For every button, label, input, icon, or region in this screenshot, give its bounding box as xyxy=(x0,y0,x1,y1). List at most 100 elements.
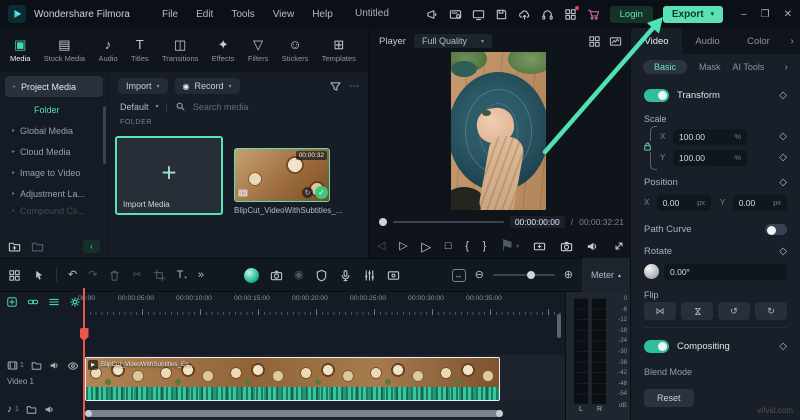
store-cart-icon[interactable] xyxy=(587,8,600,21)
keyframe-icon[interactable]: ◇ xyxy=(779,152,787,163)
tab-media[interactable]: ▣Media xyxy=(10,38,30,63)
collection-dropdown[interactable]: Default xyxy=(120,102,149,112)
sidebar-item-compound-clip[interactable]: ▸Compound Cli... xyxy=(0,204,108,217)
promotion-icon[interactable] xyxy=(426,8,439,21)
import-media-tile[interactable]: + Import Media xyxy=(115,136,223,215)
sidebar-item-folder[interactable]: Folder xyxy=(0,99,108,120)
record-voiceover-icon[interactable]: ◉ xyxy=(294,270,304,281)
login-button[interactable]: Login xyxy=(610,6,653,23)
scrub-bar[interactable]: 00:00:00:00 / 00:00:32:21 xyxy=(379,216,624,228)
tab-titles[interactable]: TTitles xyxy=(131,38,149,63)
media-browser-icon[interactable] xyxy=(8,269,21,282)
play-button[interactable]: ▷ xyxy=(421,240,431,253)
tab-templates[interactable]: ⊞Templates xyxy=(322,38,356,63)
subtab-ai-tools[interactable]: AI Tools xyxy=(733,62,765,72)
zoom-in-icon[interactable]: ⊕ xyxy=(564,270,573,281)
track-folder-icon[interactable] xyxy=(31,360,42,371)
tab-stickers[interactable]: ☺Stickers xyxy=(282,38,309,63)
keyframe-icon[interactable]: ◇ xyxy=(779,341,787,352)
redo-button[interactable]: ↷ xyxy=(88,270,97,281)
mirror-screen-icon[interactable] xyxy=(533,240,546,253)
text-tool-icon[interactable]: T▾ xyxy=(177,270,187,281)
keyframe-icon[interactable]: ◇ xyxy=(779,131,787,142)
flip-vertical-button[interactable]: ⋈ xyxy=(681,302,713,320)
rotate-ccw-button[interactable]: ↺ xyxy=(718,302,750,320)
scale-link[interactable] xyxy=(644,126,657,168)
video-preview[interactable] xyxy=(451,52,546,210)
more-options-icon[interactable]: ⋯ xyxy=(349,81,360,92)
meter-toggle-button[interactable]: Meter▴ xyxy=(582,258,630,292)
zoom-slider-handle[interactable] xyxy=(527,271,535,279)
chroma-key-icon[interactable] xyxy=(244,268,259,283)
tab-color[interactable]: Color xyxy=(733,28,784,54)
import-dropdown[interactable]: Import▾ xyxy=(118,78,168,94)
timeline-clip[interactable]: ▶ BlipCut_VideoWithSubtitles_En... xyxy=(85,357,500,401)
scrub-handle[interactable] xyxy=(379,218,387,226)
mark-in-button[interactable]: { xyxy=(465,241,469,252)
keyframe-icon[interactable]: ◇ xyxy=(779,177,787,188)
compositing-toggle[interactable] xyxy=(644,340,669,353)
tab-filters[interactable]: ▽Filters xyxy=(248,38,268,63)
cloud-upload-icon[interactable] xyxy=(518,8,531,21)
link-clips-icon[interactable] xyxy=(27,296,39,308)
sidebar-item-image-to-video[interactable]: ▸Image to Video xyxy=(0,162,108,183)
tab-audio[interactable]: ♪Audio xyxy=(98,38,117,63)
tab-effects[interactable]: ✦Effects xyxy=(212,38,235,63)
tab-transitions[interactable]: ◫Transitions xyxy=(162,38,198,63)
scale-y-input[interactable]: 100.00% xyxy=(673,150,747,166)
playhead[interactable] xyxy=(83,288,85,420)
marker-button[interactable]: ⚑▾ xyxy=(500,236,519,256)
reset-button[interactable]: Reset xyxy=(644,389,694,407)
mark-out-button[interactable]: } xyxy=(483,241,487,252)
restore-button[interactable]: ❐ xyxy=(761,9,770,20)
filter-icon[interactable] xyxy=(329,80,342,93)
next-frame-button[interactable]: ▷ xyxy=(399,241,407,252)
tab-stock-media[interactable]: ▤Stock Media xyxy=(44,38,85,63)
position-x-input[interactable]: 0.00px xyxy=(657,195,711,211)
subtab-mask[interactable]: Mask xyxy=(699,62,721,72)
quality-dropdown[interactable]: Full Quality▾ xyxy=(414,34,492,48)
tab-audio-props[interactable]: Audio xyxy=(682,28,733,54)
split-view-icon[interactable] xyxy=(588,35,601,48)
track-folder-icon[interactable] xyxy=(26,404,37,415)
more-subtabs-icon[interactable]: › xyxy=(785,62,788,73)
sidebar-item-global-media[interactable]: ▸Global Media xyxy=(0,120,108,141)
snapshot-camera-icon[interactable] xyxy=(270,269,283,282)
scrollbar-handle-right[interactable] xyxy=(496,410,503,417)
close-button[interactable]: ✕ xyxy=(784,9,792,20)
support-icon[interactable] xyxy=(541,8,554,21)
fit-timeline-icon[interactable]: ↔ xyxy=(452,269,466,282)
track-mute-icon[interactable] xyxy=(44,404,55,415)
minimize-button[interactable]: – xyxy=(741,9,747,20)
select-tool-icon[interactable] xyxy=(32,269,45,282)
track-visibility-icon[interactable] xyxy=(67,360,78,371)
previous-frame-button[interactable]: ◁ xyxy=(377,241,385,252)
scrub-track[interactable] xyxy=(393,221,504,223)
keyframe-icon[interactable]: ◇ xyxy=(779,90,787,101)
collapse-sidebar-button[interactable]: ‹ xyxy=(83,240,100,253)
volume-icon[interactable] xyxy=(586,240,599,253)
menu-tools[interactable]: Tools xyxy=(231,9,254,20)
new-folder-icon[interactable] xyxy=(8,240,21,253)
more-tools-icon[interactable]: » xyxy=(198,270,204,281)
menu-view[interactable]: View xyxy=(273,9,295,20)
menu-edit[interactable]: Edit xyxy=(196,9,213,20)
zoom-out-icon[interactable]: ⊖ xyxy=(475,270,484,281)
audio-mixer-icon[interactable] xyxy=(363,269,376,282)
export-button[interactable]: Export ▾ xyxy=(663,6,723,23)
tab-video[interactable]: Video xyxy=(631,28,682,54)
position-y-input[interactable]: 0.00px xyxy=(733,195,787,211)
track-layers-icon[interactable] xyxy=(48,296,60,308)
crop-icon[interactable] xyxy=(153,269,166,282)
timeline-zoom-slider[interactable] xyxy=(493,274,555,276)
sidebar-item-cloud-media[interactable]: ▸Cloud Media xyxy=(0,141,108,162)
meter-resize-handle[interactable] xyxy=(557,314,561,338)
preview-render-icon[interactable] xyxy=(387,269,400,282)
fullscreen-icon[interactable] xyxy=(613,240,626,253)
transform-toggle[interactable] xyxy=(644,89,669,102)
add-track-icon[interactable] xyxy=(6,296,18,308)
scrollbar-handle-left[interactable] xyxy=(85,410,92,417)
flip-horizontal-button[interactable]: ⋈ xyxy=(644,302,676,320)
rotate-input[interactable]: 0.00° xyxy=(664,264,787,280)
more-tabs-icon[interactable]: › xyxy=(784,28,800,54)
